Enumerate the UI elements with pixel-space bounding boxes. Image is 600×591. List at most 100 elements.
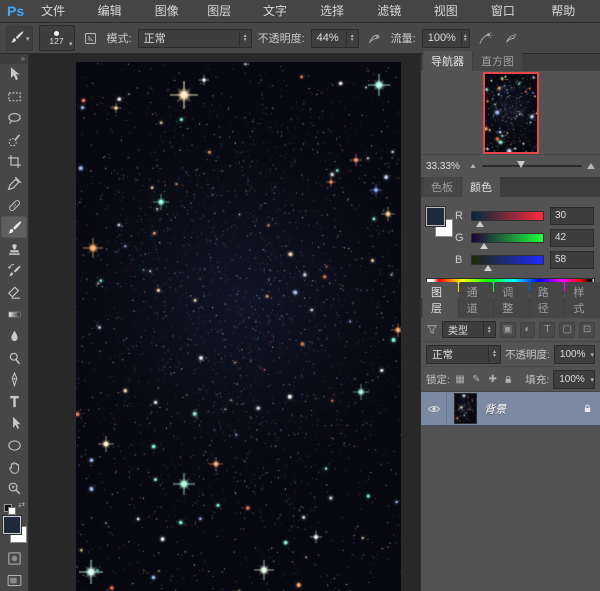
menu-help[interactable]: 帮助(H) bbox=[542, 0, 600, 22]
filter-type-layers-icon[interactable] bbox=[539, 322, 555, 338]
green-slider[interactable] bbox=[471, 233, 544, 243]
flow-label: 流量: bbox=[391, 30, 416, 46]
toolbar-collapse-button[interactable] bbox=[0, 54, 28, 64]
lock-all-icon[interactable] bbox=[503, 373, 513, 386]
filter-pixel-layers-icon[interactable] bbox=[500, 322, 516, 338]
menu-edit[interactable]: 编辑(E) bbox=[89, 0, 146, 22]
zoom-tool[interactable] bbox=[1, 478, 27, 500]
layer-blend-mode-select[interactable]: 正常 bbox=[426, 345, 501, 364]
foreground-color-swatch[interactable] bbox=[3, 516, 21, 534]
blue-value-field[interactable]: 58 bbox=[550, 251, 594, 269]
filter-shape-layers-icon[interactable] bbox=[559, 322, 575, 338]
zoom-out-icon[interactable] bbox=[470, 164, 475, 168]
tab-layers[interactable]: 图层 bbox=[423, 282, 458, 318]
current-tool-button[interactable] bbox=[6, 26, 33, 51]
menu-filter[interactable]: 滤镜(T) bbox=[368, 0, 424, 22]
layer-row-background[interactable]: 背景 bbox=[421, 392, 600, 426]
eraser-tool[interactable] bbox=[1, 282, 27, 304]
default-and-swap-colors[interactable] bbox=[0, 502, 28, 514]
hand-tool[interactable] bbox=[1, 456, 27, 478]
layer-visibility-toggle[interactable] bbox=[421, 392, 447, 425]
layer-fill-select[interactable]: 100% bbox=[553, 370, 595, 389]
red-slider[interactable] bbox=[471, 211, 544, 221]
photoshop-logo: Ps bbox=[0, 3, 32, 19]
tab-styles[interactable]: 样式 bbox=[565, 282, 600, 318]
red-value-field[interactable]: 30 bbox=[550, 207, 594, 225]
blue-slider[interactable] bbox=[471, 255, 544, 265]
tab-color[interactable]: 颜色 bbox=[462, 177, 500, 197]
spot-healing-brush-tool[interactable] bbox=[1, 195, 27, 217]
menu-file[interactable]: 文件(F) bbox=[32, 0, 88, 22]
foreground-background-swatches[interactable] bbox=[1, 515, 27, 545]
layer-thumbnail[interactable] bbox=[454, 393, 477, 424]
menu-type[interactable]: 文字(Y) bbox=[254, 0, 311, 22]
lock-position-icon[interactable] bbox=[487, 374, 499, 385]
airbrush-button[interactable] bbox=[476, 28, 496, 48]
canvas-area[interactable] bbox=[29, 54, 420, 591]
zoom-slider-thumb[interactable] bbox=[517, 161, 525, 168]
pen-tool[interactable] bbox=[1, 369, 27, 391]
stepper-arrows-icon bbox=[461, 31, 469, 46]
tab-channels[interactable]: 通道 bbox=[459, 282, 494, 318]
zoom-level-value[interactable]: 33.33% bbox=[426, 161, 464, 172]
lock-image-icon[interactable] bbox=[470, 374, 482, 385]
brush-preset-picker[interactable]: 127 bbox=[39, 25, 75, 51]
crop-tool[interactable] bbox=[1, 151, 27, 173]
tab-paths[interactable]: 路径 bbox=[530, 282, 565, 318]
menu-window[interactable]: 窗口(W) bbox=[482, 0, 542, 22]
filter-smart-objects-icon[interactable] bbox=[579, 322, 595, 338]
navigator-proxy-view[interactable] bbox=[485, 74, 537, 152]
tablet-pressure-opacity-button[interactable] bbox=[365, 28, 385, 48]
ellipse-shape-tool[interactable] bbox=[1, 434, 27, 456]
quick-mask-button[interactable] bbox=[1, 547, 27, 569]
move-tool[interactable] bbox=[1, 64, 27, 86]
tab-swatches[interactable]: 色板 bbox=[423, 177, 461, 197]
blur-tool[interactable] bbox=[1, 325, 27, 347]
lock-transparency-icon[interactable] bbox=[454, 374, 466, 385]
layer-name: 背景 bbox=[484, 401, 582, 417]
horizontal-type-tool[interactable] bbox=[1, 391, 27, 413]
green-channel-row: G 42 bbox=[455, 227, 594, 249]
foreground-color-swatch[interactable] bbox=[426, 207, 445, 226]
history-brush-tool[interactable] bbox=[1, 260, 27, 282]
color-panel-swatches[interactable] bbox=[426, 207, 454, 241]
red-slider-thumb[interactable] bbox=[476, 221, 484, 227]
zoom-in-icon[interactable] bbox=[587, 163, 595, 169]
document-canvas[interactable] bbox=[76, 62, 401, 591]
menu-layer[interactable]: 图层(L) bbox=[198, 0, 254, 22]
clone-stamp-tool[interactable] bbox=[1, 238, 27, 260]
toggle-brush-panel-button[interactable] bbox=[81, 28, 101, 48]
navigator-zoom-slider[interactable] bbox=[482, 165, 582, 167]
chevron-down-icon bbox=[69, 39, 73, 49]
green-value-field[interactable]: 42 bbox=[550, 229, 594, 247]
eye-icon bbox=[427, 404, 441, 414]
layer-opacity-select[interactable]: 100% bbox=[554, 345, 595, 364]
flow-select[interactable]: 100% bbox=[422, 29, 470, 48]
blue-slider-thumb[interactable] bbox=[484, 265, 492, 271]
lasso-tool[interactable] bbox=[1, 108, 27, 130]
dodge-tool[interactable] bbox=[1, 347, 27, 369]
menu-view[interactable]: 视图(V) bbox=[425, 0, 482, 22]
brush-tool[interactable] bbox=[1, 216, 27, 238]
tab-navigator[interactable]: 导航器 bbox=[423, 51, 472, 71]
path-selection-tool[interactable] bbox=[1, 413, 27, 435]
tab-adjustments[interactable]: 调整 bbox=[494, 282, 529, 318]
menu-select[interactable]: 选择(S) bbox=[311, 0, 368, 22]
blend-opacity-row: 正常 不透明度: 100% bbox=[421, 342, 600, 367]
tool-options-bar: 127 模式: 正常 不透明度: 44% 流量: 100% bbox=[0, 23, 600, 54]
blend-mode-select[interactable]: 正常 bbox=[138, 29, 252, 48]
green-slider-thumb[interactable] bbox=[480, 243, 488, 249]
rectangular-marquee-tool[interactable] bbox=[1, 86, 27, 108]
tab-histogram[interactable]: 直方图 bbox=[473, 51, 522, 71]
filter-type-select[interactable]: 类型 bbox=[442, 321, 496, 338]
filter-adjustment-layers-icon[interactable] bbox=[520, 322, 536, 338]
gradient-tool[interactable] bbox=[1, 304, 27, 326]
opacity-select[interactable]: 44% bbox=[311, 29, 359, 48]
quick-selection-tool[interactable] bbox=[1, 129, 27, 151]
brush-icon bbox=[9, 29, 25, 48]
screen-mode-button[interactable] bbox=[1, 569, 27, 591]
color-panel: 色板 颜色 R 30 G 42 bbox=[421, 180, 600, 298]
eyedropper-tool[interactable] bbox=[1, 173, 27, 195]
tablet-pressure-size-button[interactable] bbox=[502, 28, 522, 48]
menu-image[interactable]: 图像(I) bbox=[146, 0, 199, 22]
